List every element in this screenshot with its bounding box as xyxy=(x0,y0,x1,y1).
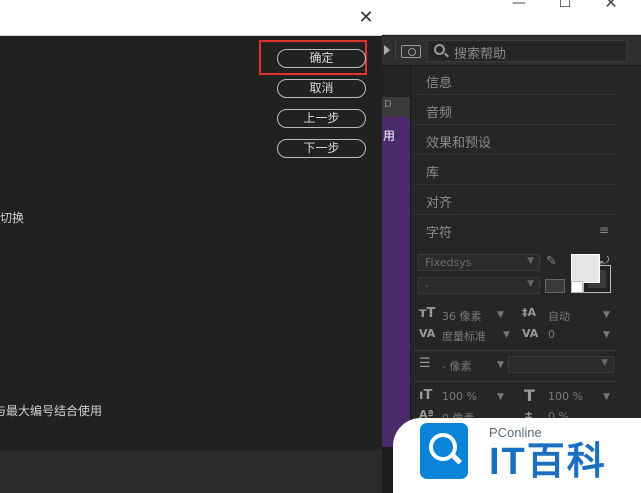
magnifier-logo-icon xyxy=(420,423,468,479)
previous-button[interactable]: 上一步 xyxy=(277,109,366,128)
viewer-text: 用 xyxy=(383,129,396,143)
chevron-down-icon[interactable]: ▼ xyxy=(603,392,610,402)
panel-divider xyxy=(414,350,617,351)
no-color-swatch[interactable] xyxy=(571,281,583,293)
chevron-down-icon: ▼ xyxy=(527,256,534,266)
font-family-select[interactable]: Fixedsys ▼ xyxy=(418,254,540,271)
leading-value[interactable]: 自动 xyxy=(548,308,570,324)
chevron-down-icon: ▼ xyxy=(601,358,608,368)
play-arrow-icon[interactable] xyxy=(384,45,390,55)
search-icon xyxy=(434,44,445,55)
watermark-brand-small: PConline xyxy=(489,425,542,440)
panel-audio[interactable]: 音频 xyxy=(414,96,617,125)
chevron-down-icon[interactable]: ▼ xyxy=(497,310,504,320)
panel-libraries[interactable]: 库 xyxy=(414,156,617,185)
stroke-mini-swatch[interactable] xyxy=(545,279,565,293)
tracking-value[interactable]: 0 xyxy=(548,328,555,341)
cancel-button[interactable]: 取消 xyxy=(277,79,366,98)
panel-character-label: 字符 xyxy=(426,226,453,241)
panel-audio-label: 音频 xyxy=(426,106,453,121)
chevron-down-icon[interactable]: ▼ xyxy=(497,360,504,370)
chevron-down-icon[interactable]: ▼ xyxy=(603,330,610,340)
panel-info[interactable]: 信息 xyxy=(414,66,617,95)
font-style-value: - xyxy=(425,279,429,292)
composition-viewer xyxy=(382,117,410,447)
panel-effects-presets[interactable]: 效果和预设 xyxy=(414,126,617,155)
watermark-logo: PConline IT百科 xyxy=(393,418,641,493)
next-button[interactable]: 下一步 xyxy=(277,139,366,158)
stroke-width-value[interactable]: - 像素 xyxy=(442,358,471,374)
fill-color-swatch[interactable] xyxy=(571,254,600,283)
bottom-strip xyxy=(0,450,382,493)
vertical-scale-icon: ıT xyxy=(419,388,433,403)
chevron-down-icon: ▼ xyxy=(527,279,534,289)
panel-align[interactable]: 对齐 xyxy=(414,186,617,215)
app-titlebar: — ☐ ✕ xyxy=(382,0,641,35)
panel-menu-icon[interactable]: ≡ xyxy=(599,223,609,237)
app-toolbar: 搜索帮助 xyxy=(382,36,641,66)
panel-character[interactable]: 字符 ≡ xyxy=(414,216,617,245)
tracking-icon: VA xyxy=(522,327,539,340)
dialog-close-button[interactable]: ✕ xyxy=(352,6,380,30)
screen: — ☐ ✕ 搜索帮助 D 用 信息 音频 效果和预设 库 对齐 字符 ≡ Fix… xyxy=(0,0,641,493)
font-size-icon: тT xyxy=(419,306,436,321)
dialog-window: ✕ 确定 取消 上一步 下一步 切换 与最大编号结合使用 xyxy=(0,0,382,450)
font-style-select[interactable]: - ▼ xyxy=(418,277,540,294)
leading-icon: ‡A xyxy=(522,306,537,319)
app-close-button[interactable]: ✕ xyxy=(588,0,634,33)
dialog-body xyxy=(0,36,382,450)
horizontal-scale-icon: T xyxy=(524,386,535,405)
panel-effects-label: 效果和预设 xyxy=(426,136,492,151)
minimize-button[interactable]: — xyxy=(496,0,542,33)
panel-info-label: 信息 xyxy=(426,76,453,91)
chevron-down-icon[interactable]: ▼ xyxy=(603,310,610,320)
panel-divider xyxy=(414,381,617,382)
toolbar-divider xyxy=(395,42,396,60)
composition-tab[interactable]: D xyxy=(384,99,392,110)
maximize-button[interactable]: ☐ xyxy=(542,0,588,33)
watermark-brand-big: IT百科 xyxy=(489,441,607,483)
chevron-down-icon[interactable]: ▼ xyxy=(503,330,510,340)
kerning-value[interactable]: 度量标准 xyxy=(442,328,486,344)
horizontal-scale-value[interactable]: 100 % xyxy=(548,390,583,403)
kerning-icon: VA xyxy=(419,327,436,340)
search-placeholder: 搜索帮助 xyxy=(454,47,507,62)
dialog-text-max-number: 与最大编号结合使用 xyxy=(0,404,103,418)
dialog-titlebar: ✕ xyxy=(0,0,382,36)
swap-colors-icon[interactable]: ⤾ xyxy=(600,254,609,268)
camera-icon[interactable] xyxy=(401,45,421,58)
font-family-value: Fixedsys xyxy=(425,256,472,269)
search-help-field[interactable]: 搜索帮助 xyxy=(427,40,627,62)
font-size-value[interactable]: 36 像素 xyxy=(442,308,482,324)
eyedropper-icon[interactable]: ✎ xyxy=(546,254,560,270)
vertical-scale-value[interactable]: 100 % xyxy=(442,390,477,403)
panel-align-label: 对齐 xyxy=(426,196,453,211)
stroke-width-icon: ☰ xyxy=(419,356,431,371)
chevron-down-icon[interactable]: ▼ xyxy=(497,392,504,402)
dialog-text-toggle: 切换 xyxy=(0,211,25,225)
ok-button[interactable]: 确定 xyxy=(277,49,366,68)
panel-libraries-label: 库 xyxy=(426,166,440,181)
stroke-style-select[interactable]: ▼ xyxy=(508,356,614,373)
